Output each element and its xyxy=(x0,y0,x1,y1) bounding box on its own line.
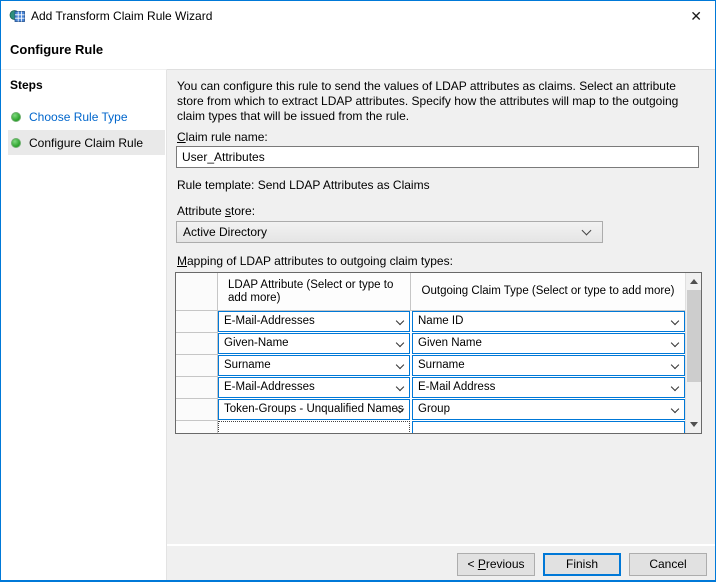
ldap-attribute-combobox-new[interactable] xyxy=(218,421,410,434)
ldap-attribute-combobox[interactable]: Surname xyxy=(218,355,410,376)
cancel-button[interactable]: Cancel xyxy=(629,553,707,576)
chevron-down-icon xyxy=(396,317,404,325)
previous-button[interactable]: < Previous xyxy=(457,553,535,576)
mapping-label: Mapping of LDAP attributes to outgoing c… xyxy=(177,254,453,268)
column-header-ldap-attribute: LDAP Attribute (Select or type to add mo… xyxy=(218,273,411,310)
step-label: Choose Rule Type xyxy=(29,110,128,124)
attribute-store-label: Attribute store: xyxy=(177,204,255,218)
chevron-down-icon xyxy=(671,361,679,369)
table-row: Given-Name Given Name xyxy=(176,333,685,355)
rule-template-text: Rule template: Send LDAP Attributes as C… xyxy=(177,178,430,192)
step-label: Configure Claim Rule xyxy=(29,136,143,150)
button-bar: < Previous Finish Cancel xyxy=(167,544,715,582)
column-header-outgoing-claim-type: Outgoing Claim Type (Select or type to a… xyxy=(411,273,685,310)
table-row: E-Mail-Addresses E-Mail Address xyxy=(176,377,685,399)
table-vertical-scrollbar[interactable] xyxy=(685,273,701,433)
chevron-down-icon xyxy=(582,226,592,236)
steps-heading: Steps xyxy=(10,78,166,92)
page-title: Configure Rule xyxy=(10,42,103,57)
rule-description: You can configure this rule to send the … xyxy=(177,79,699,124)
chevron-down-icon xyxy=(396,339,404,347)
step-complete-icon xyxy=(11,112,21,122)
ldap-attribute-combobox[interactable]: Token-Groups - Unqualified Names xyxy=(218,399,410,420)
table-header-row: LDAP Attribute (Select or type to add mo… xyxy=(176,273,685,311)
attribute-store-select[interactable]: Active Directory xyxy=(176,221,603,243)
close-icon[interactable]: ✕ xyxy=(690,7,702,25)
row-header[interactable] xyxy=(176,421,218,434)
ldap-attribute-combobox[interactable]: E-Mail-Addresses xyxy=(218,311,410,332)
chevron-down-icon xyxy=(671,339,679,347)
table-row: Surname Surname xyxy=(176,355,685,377)
table-row: E-Mail-Addresses Name ID xyxy=(176,311,685,333)
row-header[interactable] xyxy=(176,311,218,333)
sidebar-item-configure-claim-rule[interactable]: Configure Claim Rule xyxy=(8,130,165,155)
outgoing-claim-combobox[interactable]: Group xyxy=(412,399,685,420)
finish-button[interactable]: Finish xyxy=(543,553,621,576)
chevron-down-icon xyxy=(671,383,679,391)
row-header[interactable] xyxy=(176,377,218,399)
scroll-down-icon[interactable] xyxy=(686,416,702,433)
outgoing-claim-combobox[interactable]: Given Name xyxy=(412,333,685,354)
chevron-down-icon xyxy=(671,317,679,325)
window-title: Add Transform Claim Rule Wizard xyxy=(31,1,212,31)
row-header[interactable] xyxy=(176,355,218,377)
claim-rule-name-label: Claim rule name: xyxy=(177,130,268,144)
claim-rule-name-input[interactable] xyxy=(176,146,699,168)
table-row: Token-Groups - Unqualified Names Group xyxy=(176,399,685,421)
outgoing-claim-combobox[interactable]: Surname xyxy=(412,355,685,376)
attribute-store-value: Active Directory xyxy=(183,225,267,239)
sidebar-item-choose-rule-type[interactable]: Choose Rule Type xyxy=(8,104,165,129)
scrollbar-thumb[interactable] xyxy=(687,290,701,382)
main-panel: You can configure this rule to send the … xyxy=(167,69,715,582)
page-header: Configure Rule xyxy=(1,31,715,69)
chevron-down-icon xyxy=(396,383,404,391)
wizard-app-icon xyxy=(9,8,25,24)
outgoing-claim-combobox-new[interactable] xyxy=(412,421,685,434)
chevron-down-icon xyxy=(671,405,679,413)
step-complete-icon xyxy=(11,138,21,148)
ldap-attribute-combobox[interactable]: E-Mail-Addresses xyxy=(218,377,410,398)
row-header[interactable] xyxy=(176,399,218,421)
row-header-corner xyxy=(176,273,218,310)
ldap-attribute-combobox[interactable]: Given-Name xyxy=(218,333,410,354)
outgoing-claim-combobox[interactable]: Name ID xyxy=(412,311,685,332)
steps-sidebar: Steps Choose Rule Type Configure Claim R… xyxy=(1,69,167,582)
scroll-up-icon[interactable] xyxy=(686,273,702,290)
mapping-table: LDAP Attribute (Select or type to add mo… xyxy=(175,272,702,434)
chevron-down-icon xyxy=(396,361,404,369)
table-new-row xyxy=(176,421,685,434)
title-bar: Add Transform Claim Rule Wizard ✕ xyxy=(1,1,715,31)
row-header[interactable] xyxy=(176,333,218,355)
outgoing-claim-combobox[interactable]: E-Mail Address xyxy=(412,377,685,398)
wizard-dialog: Add Transform Claim Rule Wizard ✕ Config… xyxy=(0,0,716,582)
